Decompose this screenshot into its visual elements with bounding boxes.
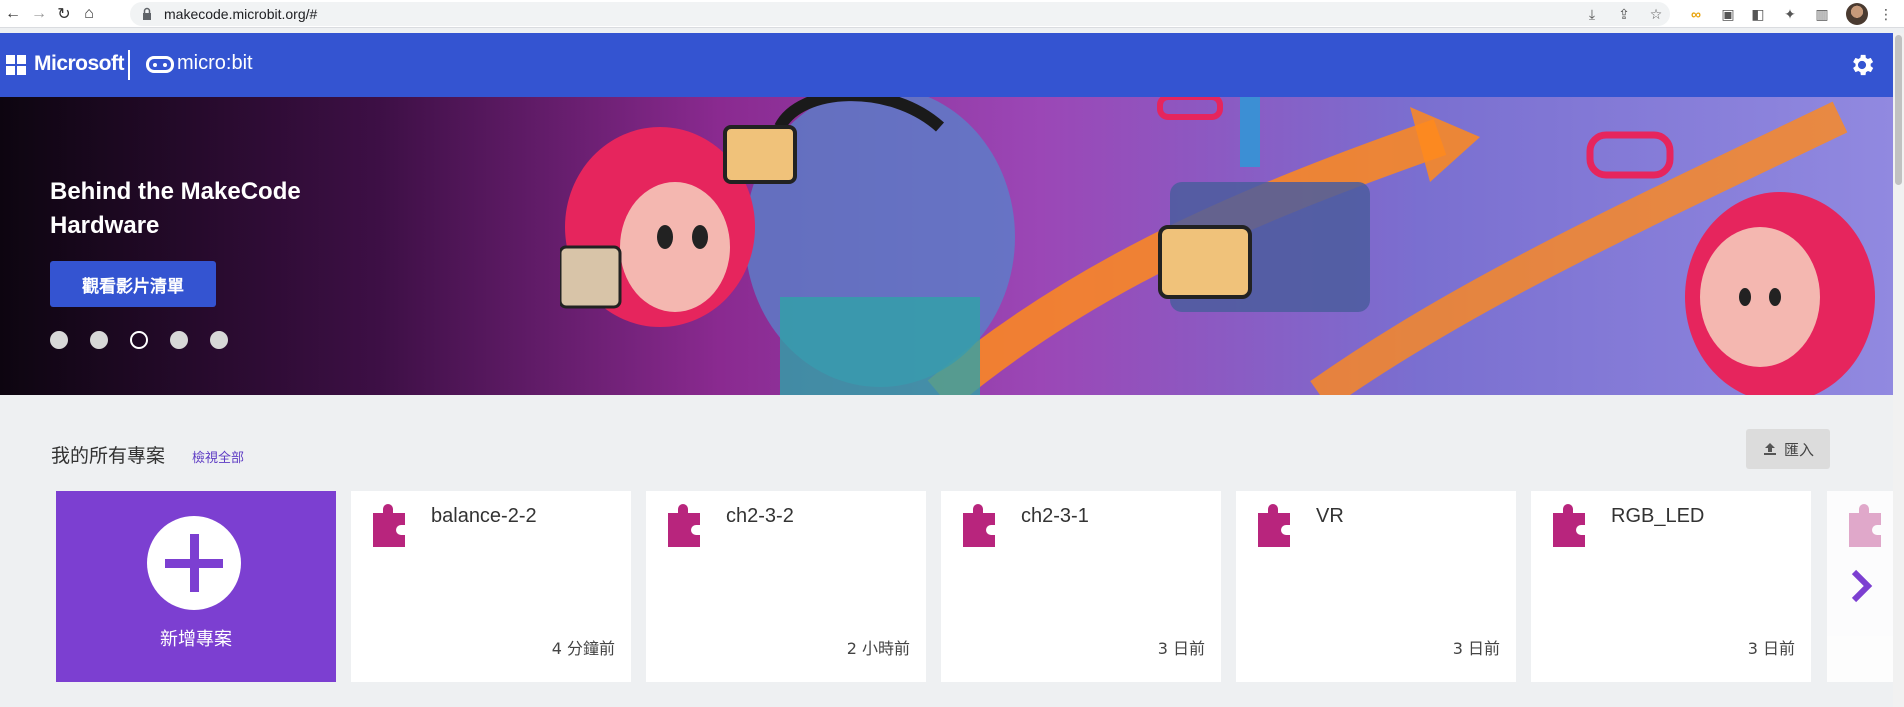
import-button[interactable]: 匯入 bbox=[1746, 429, 1830, 469]
install-icon[interactable]: ⤓ bbox=[1582, 4, 1602, 24]
profile-avatar[interactable] bbox=[1846, 3, 1868, 25]
project-name: VR bbox=[1316, 505, 1344, 527]
url-text: makecode.microbit.org/# bbox=[164, 6, 318, 22]
plus-icon bbox=[147, 516, 241, 610]
extensions-puzzle-icon[interactable]: ✦ bbox=[1780, 4, 1800, 24]
project-name: balance-2-2 bbox=[431, 505, 537, 527]
carousel-dot-active[interactable] bbox=[130, 331, 148, 349]
project-name: ch2-3-2 bbox=[726, 505, 794, 527]
extension-icon[interactable]: ▣ bbox=[1718, 4, 1738, 24]
puzzle-piece-icon bbox=[1258, 504, 1290, 547]
side-panel-icon[interactable]: ▥ bbox=[1812, 4, 1832, 24]
microsoft-logo-icon[interactable] bbox=[6, 55, 26, 75]
product-label[interactable]: micro:bit bbox=[177, 52, 253, 75]
settings-gear-icon[interactable] bbox=[1848, 51, 1876, 79]
new-project-card[interactable]: 新增專案 bbox=[56, 491, 336, 682]
scrollbar-thumb[interactable] bbox=[1895, 35, 1902, 185]
puzzle-piece-icon bbox=[668, 504, 700, 547]
puzzle-piece-icon bbox=[963, 504, 995, 547]
microsoft-label[interactable]: Microsoft bbox=[34, 52, 125, 76]
hero-illustration bbox=[560, 97, 1875, 395]
puzzle-piece-icon bbox=[1553, 504, 1585, 547]
carousel-dot[interactable] bbox=[50, 331, 68, 349]
home-icon[interactable]: ⌂ bbox=[78, 3, 100, 25]
carousel-dot[interactable] bbox=[170, 331, 188, 349]
bookmark-star-icon[interactable]: ☆ bbox=[1646, 4, 1666, 24]
forward-icon[interactable]: → bbox=[28, 3, 50, 25]
hero-carousel: Behind the MakeCode Hardware 觀看影片清單 bbox=[0, 97, 1893, 395]
header-divider bbox=[128, 50, 130, 80]
carousel-dot[interactable] bbox=[90, 331, 108, 349]
menu-icon[interactable]: ⋮ bbox=[1876, 4, 1896, 24]
import-label: 匯入 bbox=[1783, 440, 1814, 459]
chevron-right-icon[interactable] bbox=[1849, 568, 1873, 604]
reload-icon[interactable]: ↻ bbox=[53, 3, 75, 25]
project-card[interactable]: ch2-3-2 2 小時前 bbox=[646, 491, 926, 682]
browser-toolbar: ← → ↻ ⌂ makecode.microbit.org/# ⤓ ⇪ ☆ ∞ … bbox=[0, 0, 1904, 28]
extension-icon[interactable]: ∞ bbox=[1686, 4, 1706, 24]
carousel-dots bbox=[50, 331, 228, 349]
section-title: 我的所有專案 bbox=[51, 445, 166, 467]
address-bar[interactable]: makecode.microbit.org/# bbox=[130, 2, 1670, 26]
project-card[interactable]: VR 3 日前 bbox=[1236, 491, 1516, 682]
view-all-link[interactable]: 檢視全部 bbox=[192, 447, 244, 466]
back-icon[interactable]: ← bbox=[2, 3, 24, 25]
project-card[interactable]: balance-2-2 4 分鐘前 bbox=[351, 491, 631, 682]
watch-playlist-button[interactable]: 觀看影片清單 bbox=[50, 261, 216, 307]
upload-icon bbox=[1763, 443, 1776, 455]
lock-icon bbox=[143, 7, 151, 20]
project-card[interactable]: ch2-3-1 3 日前 bbox=[941, 491, 1221, 682]
project-time: 3 日前 bbox=[1157, 639, 1205, 658]
project-time: 3 日前 bbox=[1747, 639, 1795, 658]
share-icon[interactable]: ⇪ bbox=[1614, 4, 1634, 24]
new-project-label: 新增專案 bbox=[160, 629, 232, 650]
project-time: 3 日前 bbox=[1452, 639, 1500, 658]
project-time: 2 小時前 bbox=[846, 639, 910, 658]
project-time: 4 分鐘前 bbox=[551, 639, 615, 658]
hero-title: Behind the MakeCode Hardware bbox=[50, 178, 301, 239]
carousel-dot[interactable] bbox=[210, 331, 228, 349]
page-scrollbar[interactable] bbox=[1893, 33, 1904, 707]
project-name: RGB_LED bbox=[1611, 505, 1705, 527]
project-name: ch2-3-1 bbox=[1021, 505, 1089, 527]
puzzle-piece-icon bbox=[373, 504, 405, 547]
microbit-logo-icon[interactable] bbox=[146, 56, 174, 73]
extension-icon[interactable]: ◧ bbox=[1748, 4, 1768, 24]
app-header: Microsoft micro:bit bbox=[0, 33, 1893, 97]
puzzle-piece-icon bbox=[1849, 504, 1881, 547]
project-card[interactable]: RGB_LED 3 日前 bbox=[1531, 491, 1811, 682]
